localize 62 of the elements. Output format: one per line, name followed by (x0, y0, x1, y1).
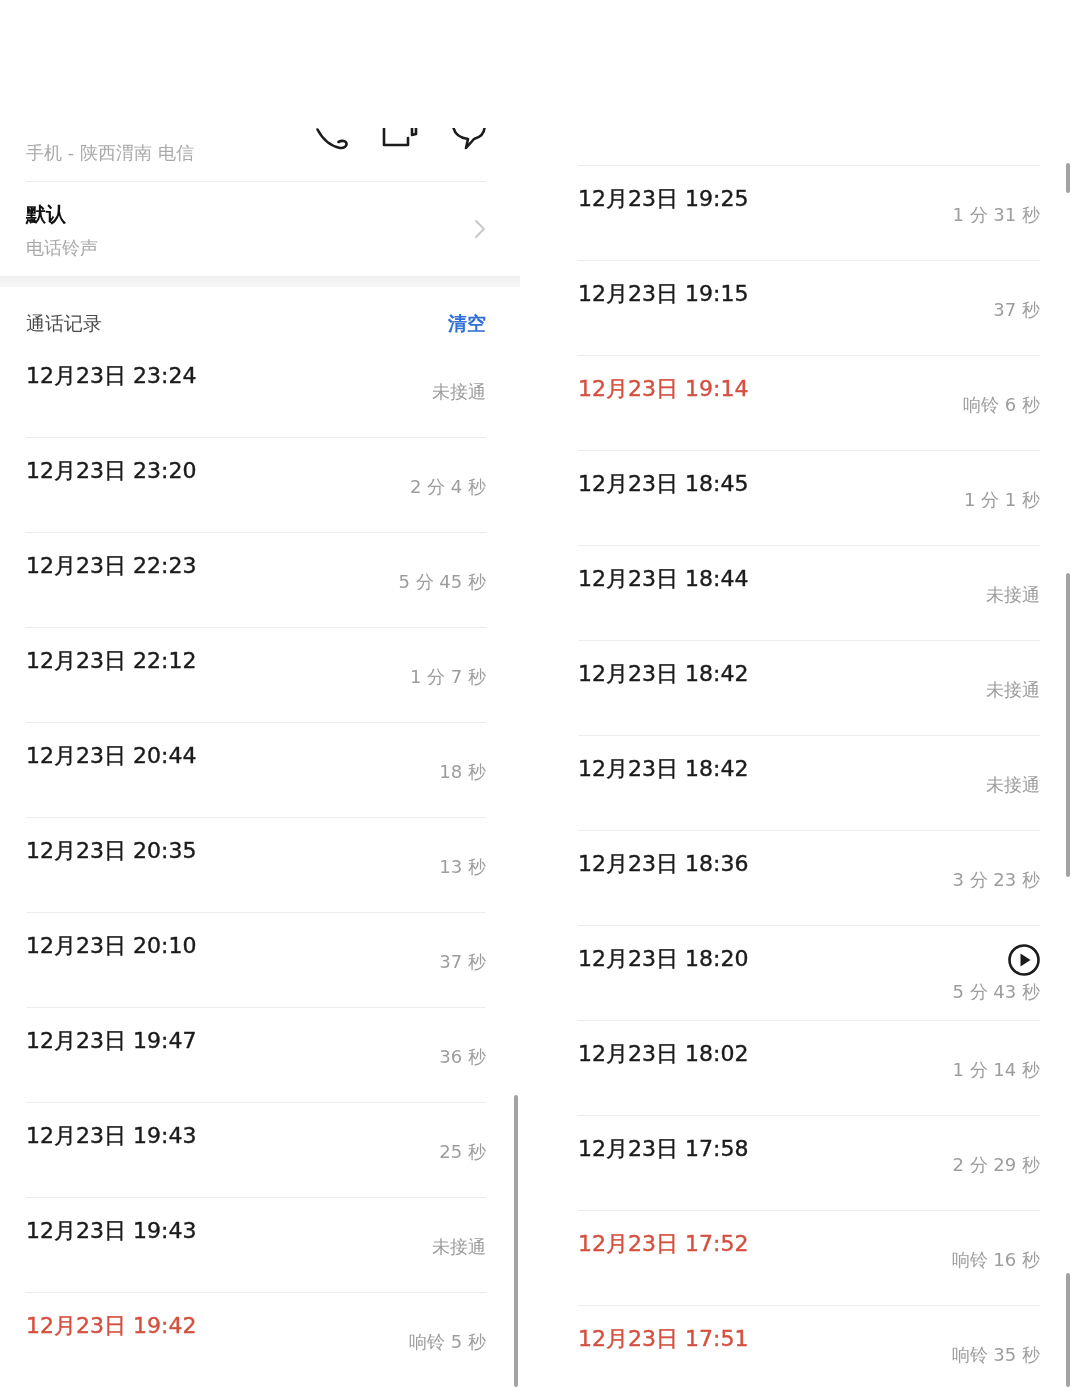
call-duration: 未接通 (986, 583, 1040, 607)
call-duration: 响铃 35 秒 (951, 1343, 1040, 1367)
call-time: 12月23日 19:43 (26, 1218, 197, 1244)
call-time: 12月23日 19:47 (26, 1028, 197, 1054)
scrollbar-thumb[interactable] (514, 1095, 518, 1387)
call-duration: 37 秒 (993, 298, 1040, 322)
call-time: 12月23日 18:44 (578, 566, 749, 592)
ringtone-label: 电话铃声 (26, 236, 98, 261)
call-time: 12月23日 20:10 (26, 933, 197, 959)
call-duration: 响铃 6 秒 (963, 393, 1040, 417)
call-duration: 13 秒 (439, 855, 486, 879)
call-time: 12月23日 17:58 (578, 1136, 749, 1162)
call-duration: 1 分 7 秒 (409, 665, 486, 689)
call-time: 12月23日 23:20 (26, 458, 197, 484)
call-time: 12月23日 18:42 (578, 661, 749, 687)
contact-subtitle: 手机 - 陕西渭南 电信 (26, 141, 194, 166)
call-time: 12月23日 19:15 (578, 281, 749, 307)
call-time: 12月23日 17:52 (578, 1231, 749, 1257)
chevron-right-icon[interactable] (474, 219, 486, 240)
call-time: 12月23日 19:14 (578, 376, 749, 402)
clear-button[interactable]: 清空 (448, 310, 486, 337)
call-duration: 响铃 16 秒 (951, 1248, 1040, 1272)
call-duration: 未接通 (432, 1235, 486, 1259)
call-time: 12月23日 18:45 (578, 471, 749, 497)
call-duration: 5 分 45 秒 (398, 570, 486, 594)
call-duration: 1 分 14 秒 (952, 1058, 1040, 1082)
call-duration: 37 秒 (439, 950, 486, 974)
call-duration: 3 分 23 秒 (952, 868, 1040, 892)
call-time: 12月23日 20:35 (26, 838, 197, 864)
call-time: 12月23日 17:51 (578, 1326, 749, 1352)
call-time: 12月23日 18:42 (578, 756, 749, 782)
call-duration: 1 分 31 秒 (952, 203, 1040, 227)
video-camera-icon[interactable] (382, 128, 418, 148)
call-duration: 2 分 29 秒 (952, 1153, 1040, 1177)
call-time: 12月23日 18:02 (578, 1041, 749, 1067)
phone-icon[interactable] (316, 128, 348, 150)
call-time: 12月23日 18:20 (578, 946, 749, 972)
call-duration: 未接通 (432, 380, 486, 404)
call-log-title: 通话记录 (26, 311, 102, 337)
message-icon[interactable] (452, 128, 486, 150)
call-time: 12月23日 22:23 (26, 553, 197, 579)
call-time: 12月23日 19:25 (578, 186, 749, 212)
call-duration: 25 秒 (439, 1140, 486, 1164)
ringtone-value: 默认 (26, 201, 66, 229)
call-duration: 未接通 (986, 678, 1040, 702)
play-icon[interactable] (1008, 944, 1040, 976)
call-duration: 1 分 1 秒 (963, 488, 1040, 512)
call-duration: 未接通 (986, 773, 1040, 797)
call-time: 12月23日 20:44 (26, 743, 197, 769)
call-duration: 2 分 4 秒 (409, 475, 486, 499)
call-time: 12月23日 19:43 (26, 1123, 197, 1149)
call-time: 12月23日 19:42 (26, 1313, 197, 1339)
call-time: 12月23日 22:12 (26, 648, 197, 674)
scrollbar-thumb[interactable] (1066, 163, 1070, 193)
call-duration: 18 秒 (439, 760, 486, 784)
call-duration: 36 秒 (439, 1045, 486, 1069)
call-time: 12月23日 18:36 (578, 851, 749, 877)
call-duration: 5 分 43 秒 (952, 980, 1040, 1004)
scrollbar-thumb[interactable] (1066, 573, 1070, 877)
scrollbar-thumb[interactable] (1066, 1273, 1070, 1387)
call-time: 12月23日 23:24 (26, 363, 197, 389)
call-duration: 响铃 5 秒 (409, 1330, 486, 1354)
